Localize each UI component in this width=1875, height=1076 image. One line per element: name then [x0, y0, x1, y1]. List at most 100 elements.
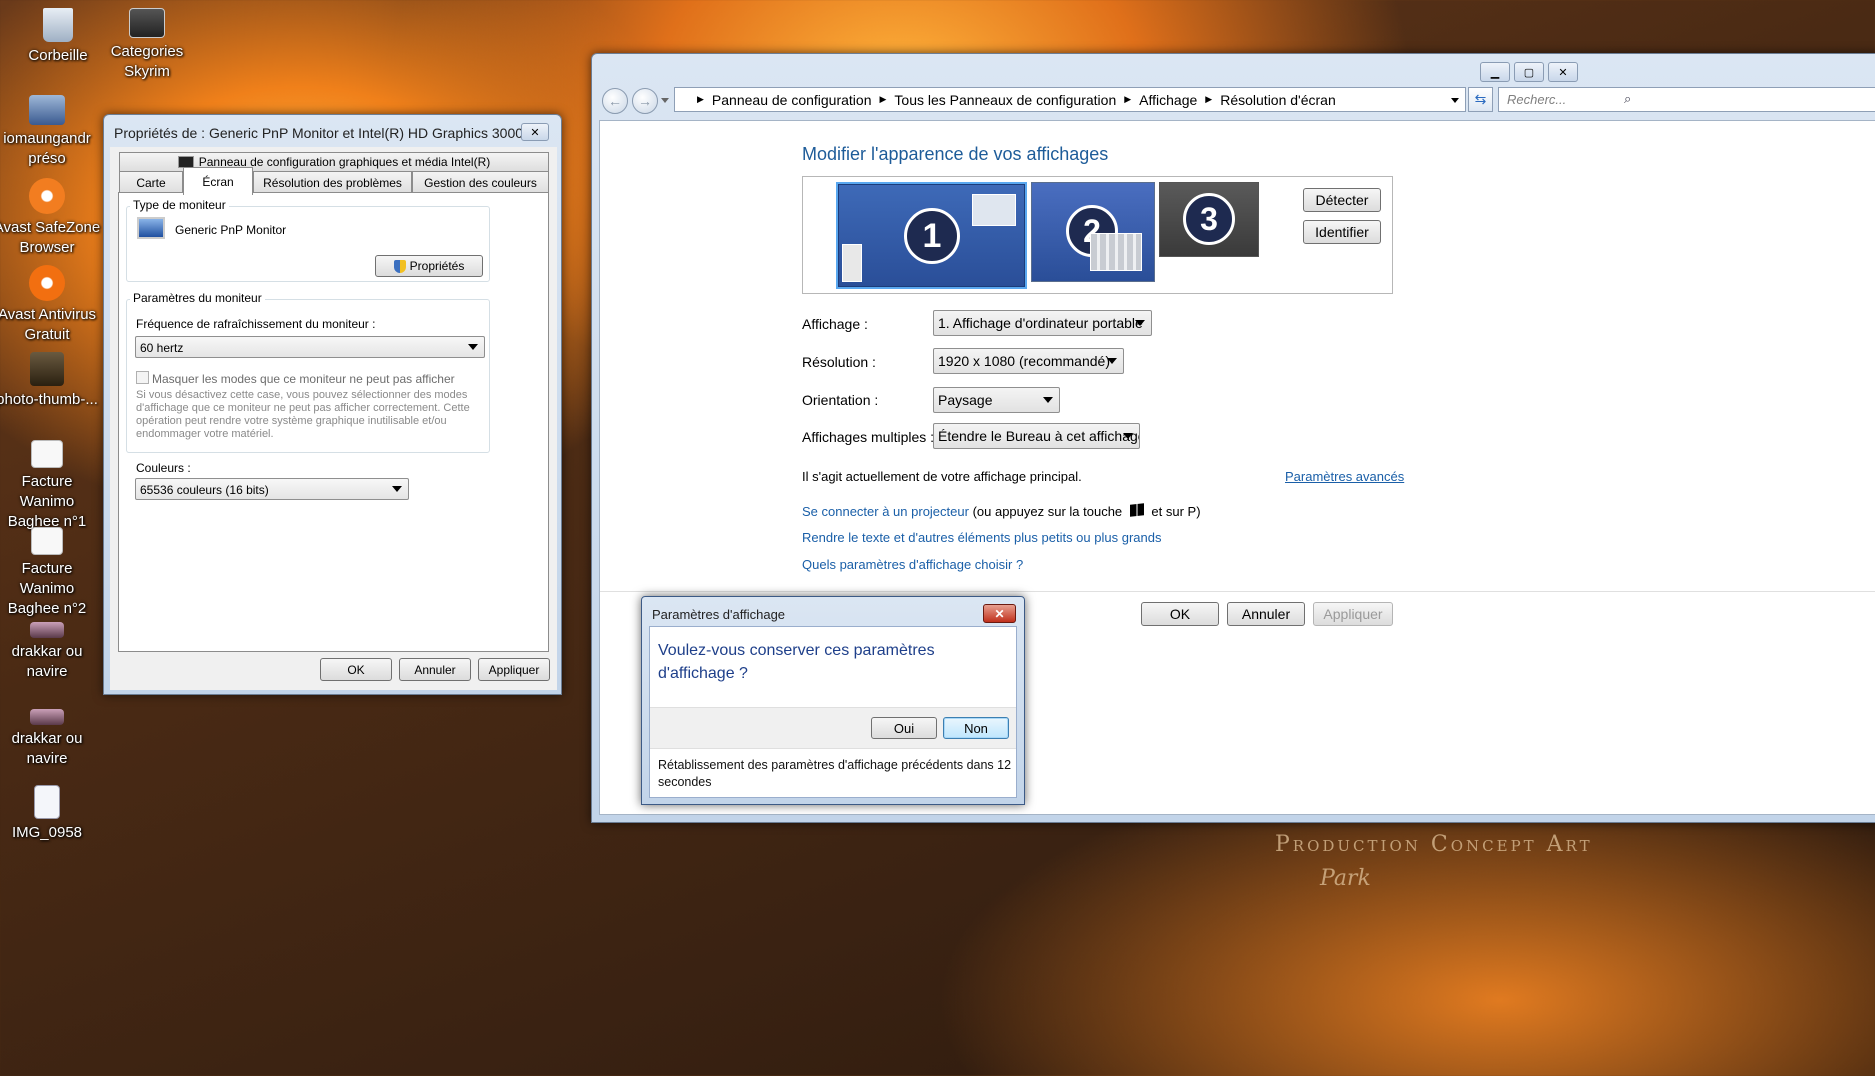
advanced-settings-link[interactable]: Paramètres avancés — [1285, 469, 1404, 484]
avast-safezone-icon — [29, 178, 65, 214]
confirm-question: Voulez-vous conserver ces paramètres d'a… — [658, 642, 935, 682]
refresh-button[interactable]: ⇆ — [1468, 87, 1493, 112]
chevron-down-icon — [468, 344, 478, 350]
colors-value: 65536 couleurs (16 bits) — [140, 483, 269, 497]
identify-button[interactable]: Identifier — [1303, 220, 1381, 244]
image-icon — [30, 622, 64, 638]
primary-display-text: Il s'agit actuellement de votre affichag… — [802, 469, 1082, 484]
monitor-properties-dialog: Propriétés de : Generic PnP Monitor et I… — [103, 114, 562, 695]
desktop-icon-label: IMG_0958 — [11, 824, 83, 841]
refresh-rate-select[interactable]: 60 hertz — [135, 336, 485, 358]
photo-icon — [30, 352, 64, 386]
tab-color-management[interactable]: Gestion des couleurs — [412, 171, 549, 193]
grid-preview-icon — [1090, 233, 1142, 271]
window-preview-icon — [972, 194, 1016, 226]
desktop-icon-avast-antivirus[interactable]: Avast Antivirus Gratuit — [0, 265, 101, 345]
which-settings-link[interactable]: Quels paramètres d'affichage choisir ? — [802, 557, 1023, 572]
colors-select[interactable]: 65536 couleurs (16 bits) — [135, 478, 409, 500]
dialog-body: Panneau de configuration graphiques et m… — [110, 147, 557, 690]
monitor-2[interactable]: 2 — [1031, 182, 1155, 282]
recycle-bin-icon — [43, 8, 73, 42]
history-dropdown-icon[interactable] — [661, 98, 669, 103]
monitor-properties-button[interactable]: Propriétés — [375, 255, 483, 277]
desktop-icon-drakkar-2[interactable]: drakkar ou navire — [0, 709, 101, 769]
document-icon — [34, 785, 60, 819]
desktop-icon-img-0958[interactable]: IMG_0958 — [0, 785, 101, 843]
folder-icon — [129, 8, 165, 38]
forward-button[interactable]: → — [632, 88, 658, 114]
props-apply-button[interactable]: Appliquer — [478, 658, 550, 681]
monitor-type-group-title: Type de moniteur — [130, 198, 229, 212]
close-button[interactable]: ✕ — [1548, 62, 1578, 82]
desktop-icon-categories-skyrim[interactable]: Categories Skyrim — [93, 8, 201, 82]
desktop-icon-facture-1[interactable]: Facture Wanimo Baghee n°1 — [0, 440, 101, 532]
orientation-select[interactable]: Paysage — [933, 387, 1060, 413]
monitor-3[interactable]: 3 — [1159, 182, 1259, 257]
address-dropdown-icon[interactable] — [1451, 98, 1459, 103]
chevron-down-icon — [1135, 320, 1145, 326]
cancel-button[interactable]: Annuler — [1227, 602, 1305, 626]
desktop-icon-label: drakkar ou navire — [11, 643, 83, 680]
ok-button[interactable]: OK — [1141, 602, 1219, 626]
projector-suffix-2: et sur P) — [1151, 504, 1201, 519]
detect-button[interactable]: Détecter — [1303, 188, 1381, 212]
hide-modes-checkbox[interactable] — [136, 371, 149, 384]
tab-troubleshoot[interactable]: Résolution des problèmes — [253, 171, 412, 193]
close-icon: ✕ — [994, 606, 1005, 621]
confirm-close-button[interactable]: ✕ — [983, 604, 1016, 623]
dialog-close-button[interactable]: ✕ — [521, 123, 549, 141]
text-size-link[interactable]: Rendre le texte et d'autres éléments plu… — [802, 530, 1161, 545]
monitor-1[interactable]: 1 — [836, 182, 1027, 289]
desktop-icon-drakkar-1[interactable]: drakkar ou navire — [0, 622, 101, 682]
desktop-icon-label: Categories Skyrim — [110, 43, 184, 80]
desktop-icon-presentation[interactable]: iomaungandr préso — [0, 95, 101, 169]
breadcrumb-separator-icon: ▶ — [697, 94, 704, 104]
forward-arrow-icon: → — [638, 93, 652, 109]
desktop-icon-label: Facture Wanimo Baghee n°1 — [7, 473, 87, 530]
hide-modes-label: Masquer les modes que ce moniteur ne peu… — [152, 372, 455, 386]
desktop-icon-facture-2[interactable]: Facture Wanimo Baghee n°2 — [0, 527, 101, 619]
breadcrumb-item[interactable]: Panneau de configuration — [712, 92, 872, 108]
projector-link[interactable]: Se connecter à un projecteur — [802, 504, 969, 519]
desktop-icon-avast-safezone[interactable]: Avast SafeZone Browser — [0, 178, 101, 258]
props-ok-button[interactable]: OK — [320, 658, 392, 681]
minimize-button[interactable]: ▁ — [1480, 62, 1510, 82]
breadcrumb-separator-icon[interactable]: ▶ — [880, 94, 887, 105]
breadcrumb-separator-icon[interactable]: ▶ — [1124, 94, 1131, 105]
back-button[interactable]: ← — [602, 88, 628, 114]
desktop-icon-label: Avast SafeZone Browser — [0, 219, 101, 256]
close-icon: ✕ — [530, 126, 540, 139]
keep-yes-button[interactable]: Oui — [871, 717, 937, 739]
revert-countdown-text: Rétablissement des paramètres d'affichag… — [658, 758, 1012, 789]
address-bar[interactable]: ▶ Panneau de configuration ▶ Tous les Pa… — [674, 87, 1466, 112]
maximize-button[interactable]: ▢ — [1514, 62, 1544, 82]
desktop-icon-label: drakkar ou navire — [11, 730, 83, 767]
search-box[interactable]: Recherc... ⌕ — [1498, 87, 1875, 112]
props-cancel-button[interactable]: Annuler — [399, 658, 471, 681]
monitor-settings-group-title: Paramètres du moniteur — [130, 291, 265, 305]
search-icon: ⌕ — [1624, 91, 1632, 106]
resolution-label: Résolution : — [802, 354, 876, 370]
resolution-select[interactable]: 1920 x 1080 (recommandé) — [933, 348, 1124, 374]
keep-no-button[interactable]: Non — [943, 717, 1009, 739]
image-icon — [30, 709, 64, 725]
tab-ecran[interactable]: Écran — [183, 167, 253, 195]
taskbar-preview-icon — [842, 244, 862, 282]
monitor-number-badge: 1 — [904, 208, 960, 264]
multiple-displays-select[interactable]: Étendre le Bureau à cet affichage — [933, 423, 1140, 449]
confirm-dialog-title: Paramètres d'affichage — [652, 607, 786, 622]
colors-label: Couleurs : — [136, 461, 191, 475]
desktop-icon-photo-thumb[interactable]: photo-thumb-... — [0, 352, 101, 410]
multiple-displays-label: Affichages multiples : — [802, 429, 935, 445]
tab-carte[interactable]: Carte — [119, 171, 183, 193]
breadcrumb-item[interactable]: Résolution d'écran — [1220, 92, 1336, 108]
apply-button[interactable]: Appliquer — [1313, 602, 1393, 626]
display-select[interactable]: 1. Affichage d'ordinateur portable — [933, 310, 1152, 336]
search-placeholder: Recherc... — [1507, 92, 1567, 107]
monitor-icon — [137, 217, 165, 239]
breadcrumb-separator-icon[interactable]: ▶ — [1205, 94, 1212, 105]
close-icon: ✕ — [1558, 66, 1568, 79]
breadcrumb-item[interactable]: Tous les Panneaux de configuration — [894, 92, 1116, 108]
breadcrumb-item[interactable]: Affichage — [1139, 92, 1197, 108]
monitor-layout-panel: 1 2 3 Détecter Identifier — [802, 176, 1393, 294]
